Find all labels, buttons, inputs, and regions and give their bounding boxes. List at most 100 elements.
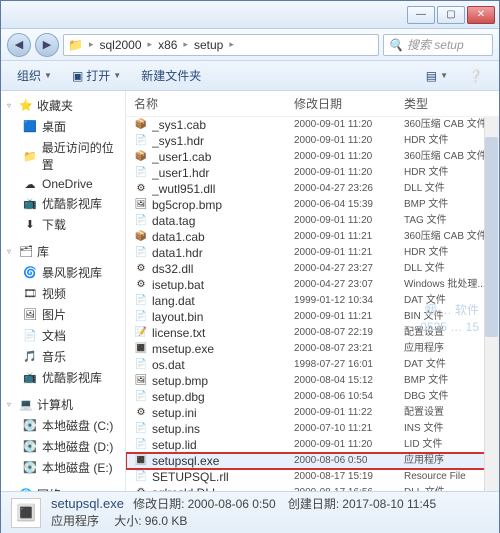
chevron-down-icon: ▼ (44, 71, 52, 80)
file-row[interactable]: 📦_sys1.cab2000-09-01 11:20360压缩 CAB 文件 (126, 117, 499, 133)
folder-icon: 📁 (68, 38, 83, 52)
column-type[interactable]: 类型 (404, 95, 493, 112)
sidebar-item-icon: 🖼 (23, 308, 37, 322)
file-row[interactable]: 🖼setup.bmp2000-08-04 15:12BMP 文件 (126, 373, 499, 389)
status-file-icon: 🔳 (11, 498, 41, 528)
close-button[interactable]: ✕ (467, 6, 495, 24)
sidebar-item[interactable]: 🎞视频 (1, 283, 125, 304)
breadcrumb[interactable]: x86 (158, 38, 177, 52)
search-input[interactable]: 🔍 搜索 setup (383, 34, 493, 56)
view-button[interactable]: ▤▼ (418, 67, 456, 85)
sidebar-item-icon: ⬇ (23, 218, 37, 232)
file-icon: 📄 (134, 167, 148, 180)
sidebar-item-icon: 🟦 (23, 120, 37, 134)
file-row[interactable]: 📄_sys1.hdr2000-09-01 11:20HDR 文件 (126, 133, 499, 149)
sidebar-item[interactable]: 🖼图片 (1, 304, 125, 325)
sidebar-header[interactable]: ▿🗂库 (1, 241, 125, 262)
sidebar-item[interactable]: 📺优酷影视库 (1, 193, 125, 214)
file-icon: 📄 (134, 359, 148, 372)
chevron-down-icon: ▿ (7, 490, 15, 491)
file-row[interactable]: 📄data.tag2000-09-01 11:20TAG 文件 (126, 213, 499, 229)
sidebar-item[interactable]: 💽本地磁盘 (E:) (1, 457, 125, 478)
file-row[interactable]: 🔳msetup.exe2000-08-07 23:21应用程序 (126, 341, 499, 357)
main: ▿⭐收藏夹🟦桌面📁最近访问的位置☁OneDrive📺优酷影视库⬇下载▿🗂库🌀暴风… (1, 91, 499, 491)
chevron-down-icon: ▿ (7, 247, 15, 256)
file-row[interactable]: ⚙sqlresld.DLL2000-08-17 16:56DLL 文件 (126, 485, 499, 491)
file-row[interactable]: 📄data1.hdr2000-09-01 11:21HDR 文件 (126, 245, 499, 261)
search-placeholder: 搜索 setup (407, 36, 464, 53)
file-icon: ⚙ (134, 263, 148, 276)
file-icon: 📄 (134, 423, 148, 436)
file-icon: 📄 (134, 135, 148, 148)
open-button[interactable]: ▣ 打开▼ (64, 65, 129, 86)
new-folder-button[interactable]: 新建文件夹 (133, 65, 209, 86)
status-text: setupsql.exe 修改日期: 2000-08-06 0:50 创建日期:… (51, 495, 436, 531)
search-icon: 🔍 (388, 38, 403, 52)
file-row[interactable]: 🖼bg5crop.bmp2000-06-04 15:39BMP 文件 (126, 197, 499, 213)
titlebar: — ▢ ✕ (1, 1, 499, 29)
file-row[interactable]: 🔳setupsql.exe2000-08-06 0:50应用程序 (126, 453, 499, 469)
file-icon: 📄 (134, 391, 148, 404)
file-row[interactable]: ⚙setup.ini2000-09-01 11:22配置设置 (126, 405, 499, 421)
file-row[interactable]: 📄layout.bin2000-09-01 11:21BIN 文件 (126, 309, 499, 325)
sidebar-item-icon: 💽 (23, 419, 37, 433)
file-icon: 📄 (134, 295, 148, 308)
sidebar-item[interactable]: 📺优酷影视库 (1, 367, 125, 388)
file-icon: 📄 (134, 215, 148, 228)
sidebar-item[interactable]: 📄文档 (1, 325, 125, 346)
file-row[interactable]: 📦_user1.cab2000-09-01 11:20360压缩 CAB 文件 (126, 149, 499, 165)
file-row[interactable]: ⚙isetup.bat2000-04-27 23:07Windows 批处理..… (126, 277, 499, 293)
scrollbar[interactable] (484, 117, 499, 491)
sidebar-item[interactable]: 🌀暴风影视库 (1, 262, 125, 283)
sidebar-item[interactable]: 🟦桌面 (1, 116, 125, 137)
file-row[interactable]: 📄SETUPSQL.rll2000-08-17 15:19Resource Fi… (126, 469, 499, 485)
minimize-button[interactable]: — (407, 6, 435, 24)
file-icon: 📄 (134, 471, 148, 484)
scrollbar-thumb[interactable] (485, 137, 498, 337)
file-row[interactable]: 📄setup.dbg2000-08-06 10:54DBG 文件 (126, 389, 499, 405)
file-row[interactable]: 📄lang.dat1999-01-12 10:34DAT 文件 (126, 293, 499, 309)
sidebar-header[interactable]: ▿🌐网络 (1, 484, 125, 491)
help-button[interactable]: ❔ (460, 67, 491, 85)
file-icon: 📦 (134, 119, 148, 132)
sidebar-item[interactable]: ⬇下载 (1, 214, 125, 235)
sidebar-item-icon: 🌀 (23, 266, 37, 280)
sidebar-header[interactable]: ▿💻计算机 (1, 394, 125, 415)
chevron-down-icon: ▼ (113, 71, 121, 80)
column-date[interactable]: 修改日期 (294, 95, 404, 112)
sidebar-item-icon: 🎞 (23, 287, 37, 301)
sidebar-item-icon: 📄 (23, 329, 37, 343)
sidebar-item[interactable]: ☁OneDrive (1, 175, 125, 193)
file-row[interactable]: 📦data1.cab2000-09-01 11:21360压缩 CAB 文件 (126, 229, 499, 245)
column-name[interactable]: 名称 (134, 95, 294, 112)
file-row[interactable]: 📄setup.lid2000-09-01 11:20LID 文件 (126, 437, 499, 453)
file-icon: ⚙ (134, 407, 148, 420)
file-row[interactable]: ⚙_wutl951.dll2000-04-27 23:26DLL 文件 (126, 181, 499, 197)
organize-button[interactable]: 组织▼ (9, 65, 60, 86)
file-row[interactable]: 📄setup.ins2000-07-10 11:21INS 文件 (126, 421, 499, 437)
chevron-right-icon: ▸ (183, 39, 188, 50)
sidebar-item[interactable]: 📁最近访问的位置 (1, 137, 125, 175)
file-icon: 📦 (134, 151, 148, 164)
address-bar[interactable]: 📁 ▸ sql2000 ▸ x86 ▸ setup ▸ (63, 34, 379, 56)
file-icon: 📄 (134, 439, 148, 452)
sidebar-item-icon: 📺 (23, 371, 37, 385)
file-row[interactable]: 📝license.txt2000-08-07 22:19配置设置 (126, 325, 499, 341)
sidebar-item[interactable]: 💽本地磁盘 (C:) (1, 415, 125, 436)
breadcrumb[interactable]: setup (194, 38, 223, 52)
sidebar-item-icon: 💽 (23, 440, 37, 454)
back-button[interactable]: ◀ (7, 33, 31, 57)
sidebar-item[interactable]: 💽本地磁盘 (D:) (1, 436, 125, 457)
chevron-right-icon: ▸ (89, 39, 94, 50)
chevron-right-icon: ▸ (229, 39, 234, 50)
maximize-button[interactable]: ▢ (437, 6, 465, 24)
forward-button[interactable]: ▶ (35, 33, 59, 57)
file-row[interactable]: ⚙ds32.dll2000-04-27 23:27DLL 文件 (126, 261, 499, 277)
column-headers: 名称 修改日期 类型 (126, 91, 499, 117)
breadcrumb[interactable]: sql2000 (99, 38, 141, 52)
file-icon: ⚙ (134, 487, 148, 492)
sidebar-header[interactable]: ▿⭐收藏夹 (1, 95, 125, 116)
file-row[interactable]: 📄_user1.hdr2000-09-01 11:20HDR 文件 (126, 165, 499, 181)
sidebar-item[interactable]: 🎵音乐 (1, 346, 125, 367)
file-row[interactable]: 📄os.dat1998-07-27 16:01DAT 文件 (126, 357, 499, 373)
